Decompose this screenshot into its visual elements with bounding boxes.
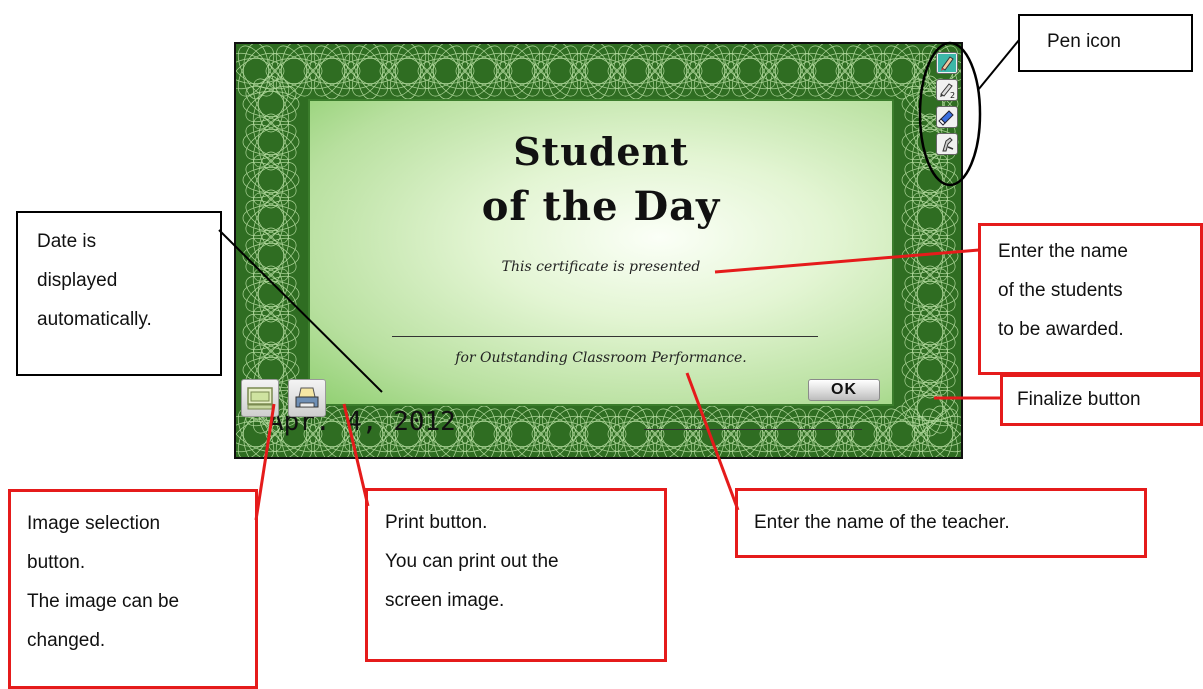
printer-icon (295, 387, 319, 408)
callout-teacher: Enter the name of the teacher. (735, 488, 1147, 558)
callout-date-line: displayed (37, 270, 118, 291)
pen-connector (977, 39, 1020, 91)
pen-1-icon (938, 54, 956, 72)
eraser-tool[interactable] (936, 106, 958, 128)
callout-image-selection: Image selection button. The image can be… (8, 489, 258, 689)
settings-tool[interactable] (936, 133, 958, 155)
certificate-screen: Student of the Day This certificate is p… (234, 42, 963, 459)
outstanding-text: for Outstanding Classroom Performance. (455, 350, 747, 366)
pen-2-icon: 2 (940, 83, 955, 99)
callout-student-name-line: to be awarded. (998, 319, 1124, 340)
teacher-name-field[interactable] (644, 429, 862, 430)
callout-date-line: automatically. (37, 309, 152, 330)
presented-text: This certificate is presented (501, 259, 701, 275)
eraser-icon (938, 110, 954, 126)
callout-print: Print button. You can print out the scre… (365, 488, 667, 662)
pen-1-tool[interactable] (936, 52, 958, 74)
callout-date-line: Date is (37, 231, 97, 252)
ok-finalize-button[interactable]: OK (808, 379, 880, 401)
certificate-title-line2: of the Day (481, 183, 721, 230)
callout-print-line: You can print out the (385, 551, 559, 572)
image-selection-button[interactable] (241, 379, 279, 417)
callout-finalize: Finalize button (1000, 374, 1203, 426)
callout-pen-icon-text: Pen icon (1047, 31, 1121, 52)
callout-print-line: Print button. (385, 512, 488, 533)
callout-date: Date is displayed automatically. (16, 211, 222, 376)
print-button[interactable] (288, 379, 326, 417)
callout-teacher-text: Enter the name of the teacher. (754, 512, 1010, 533)
callout-image-selection-line: button. (27, 552, 86, 573)
pen-2-tool[interactable]: 2 (936, 79, 958, 101)
callout-finalize-text: Finalize button (1017, 389, 1141, 410)
callout-student-name: Enter the name of the students to be awa… (978, 223, 1203, 375)
callout-pen-icon: Pen icon (1018, 14, 1193, 72)
callout-print-line: screen image. (385, 590, 505, 611)
callout-student-name-line: Enter the name (998, 241, 1128, 262)
image-select-icon (247, 387, 273, 410)
callout-image-selection-line: The image can be (27, 591, 180, 612)
callout-image-selection-line: Image selection (27, 513, 161, 534)
student-name-field[interactable] (392, 336, 818, 337)
svg-text:2: 2 (950, 91, 955, 99)
callout-image-selection-line: changed. (27, 630, 106, 651)
certificate-body: Student of the Day This certificate is p… (308, 99, 894, 406)
settings-tool-icon (942, 137, 954, 152)
certificate-title-line1: Student (513, 129, 689, 174)
callout-student-name-line: of the students (998, 280, 1123, 301)
